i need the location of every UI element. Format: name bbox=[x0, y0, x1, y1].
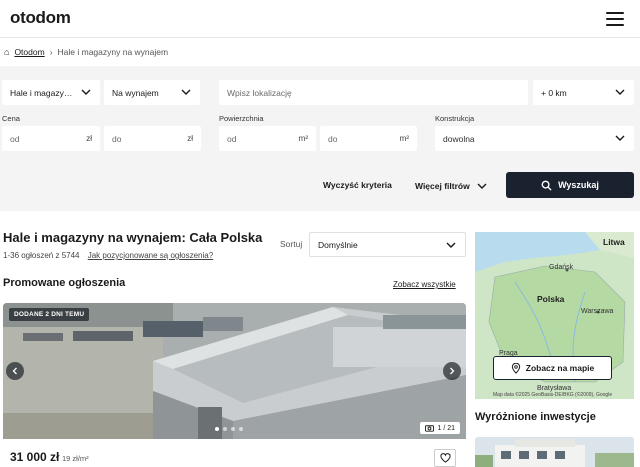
see-all-promoted-link[interactable]: Zobacz wszystkie bbox=[393, 280, 456, 289]
pagination-dot[interactable] bbox=[231, 427, 235, 431]
results-count: 1-36 ogłoszeń z 5744 Jak pozycjonowane s… bbox=[3, 251, 213, 260]
clear-criteria-label: Wyczyść kryteria bbox=[323, 180, 392, 190]
price-label: Cena bbox=[2, 114, 20, 123]
sort-label: Sortuj bbox=[280, 239, 303, 249]
price-to-placeholder: do bbox=[112, 133, 122, 144]
chevron-down-icon bbox=[615, 89, 625, 95]
photo-counter: 1 / 21 bbox=[420, 422, 460, 434]
positioning-info-link[interactable]: Jak pozycjonowane są ogłoszenia? bbox=[88, 251, 213, 260]
breadcrumb-home-link[interactable]: Otodom bbox=[14, 47, 44, 57]
map-preview[interactable]: Litwa Gdańsk Polska Warszawa Praga Braty… bbox=[475, 232, 634, 399]
price-to-input[interactable]: do zł bbox=[104, 126, 201, 151]
photo-counter-text: 1 / 21 bbox=[437, 424, 455, 432]
listing-price: 31 000 zł bbox=[10, 450, 60, 464]
search-button-label: Wyszukaj bbox=[558, 180, 599, 190]
more-filters-button[interactable]: Więcej filtrów bbox=[415, 180, 488, 192]
category-value: Hale i magazy… bbox=[10, 87, 73, 98]
breadcrumb: ⌂ Otodom › Hale i magazyny na wynajem bbox=[4, 47, 168, 57]
breadcrumb-current: Hale i magazyny na wynajem bbox=[57, 47, 169, 57]
sort-select[interactable]: Domyślnie bbox=[309, 232, 466, 257]
map-pin-icon bbox=[511, 362, 520, 374]
chevron-down-icon bbox=[446, 242, 456, 248]
transaction-value: Na wynajem bbox=[112, 87, 159, 98]
promoted-section-title: Promowane ogłoszenia bbox=[3, 277, 126, 289]
construction-label: Konstrukcja bbox=[435, 114, 475, 123]
area-to-placeholder: do bbox=[328, 133, 338, 144]
listing-price-per-m2: 19 zł/m² bbox=[62, 454, 89, 463]
area-from-input[interactable]: od m² bbox=[219, 126, 316, 151]
chevron-down-icon bbox=[81, 89, 91, 95]
distance-value: + 0 km bbox=[541, 87, 567, 98]
sort-value: Domyślnie bbox=[318, 239, 358, 250]
map-label-litwa: Litwa bbox=[603, 237, 625, 247]
see-on-map-label: Zobacz na mapie bbox=[525, 363, 595, 373]
home-icon: ⌂ bbox=[4, 47, 10, 57]
warehouse-photo-illustration bbox=[3, 303, 466, 439]
pagination-dot[interactable] bbox=[223, 427, 227, 431]
otodom-logo[interactable]: otodom bbox=[10, 8, 71, 28]
price-from-input[interactable]: od zł bbox=[2, 126, 100, 151]
map-attribution: Map data ©2025 GeoBasis-DE/BKG (©2009), … bbox=[493, 392, 613, 398]
camera-icon bbox=[425, 425, 435, 432]
area-to-input[interactable]: do m² bbox=[320, 126, 417, 151]
location-placeholder: Wpisz lokalizację bbox=[227, 87, 292, 98]
page-title: Hale i magazyny na wynajem: Cała Polska bbox=[3, 230, 263, 245]
category-select[interactable]: Hale i magazy… bbox=[2, 80, 100, 105]
search-button[interactable]: Wyszukaj bbox=[506, 172, 634, 198]
breadcrumb-separator: › bbox=[49, 47, 53, 57]
area-unit: m² bbox=[298, 134, 308, 143]
chevron-down-icon bbox=[477, 183, 487, 189]
listing-age-badge: DODANE 2 DNI TEMU bbox=[9, 308, 90, 321]
chevron-left-icon bbox=[12, 367, 17, 375]
building-photo-illustration bbox=[475, 437, 634, 467]
map-label-gdansk: Gdańsk bbox=[549, 264, 574, 271]
previous-photo-button[interactable] bbox=[6, 362, 24, 380]
distance-select[interactable]: + 0 km bbox=[533, 80, 634, 105]
photo-pagination-dots bbox=[215, 427, 243, 431]
featured-investments-title: Wyróżnione inwestycje bbox=[475, 411, 596, 423]
chevron-down-icon bbox=[181, 89, 191, 95]
hamburger-menu-icon[interactable] bbox=[606, 12, 624, 26]
next-photo-button[interactable] bbox=[443, 362, 461, 380]
area-unit: m² bbox=[399, 134, 409, 143]
top-bar: otodom bbox=[0, 0, 640, 38]
chevron-down-icon bbox=[615, 135, 625, 141]
price-from-placeholder: od bbox=[10, 133, 20, 144]
chevron-right-icon bbox=[450, 367, 455, 375]
map-label-warszawa: Warszawa bbox=[581, 308, 614, 315]
map-label-bratyslawa: Bratysława bbox=[537, 385, 572, 392]
search-icon bbox=[541, 180, 552, 191]
more-filters-label: Więcej filtrów bbox=[415, 181, 470, 191]
pagination-dot[interactable] bbox=[239, 427, 243, 431]
location-input[interactable]: Wpisz lokalizację bbox=[219, 80, 528, 105]
heart-icon bbox=[439, 453, 451, 463]
area-from-placeholder: od bbox=[227, 133, 237, 144]
area-label: Powierzchnia bbox=[219, 114, 264, 123]
favorite-button[interactable] bbox=[434, 449, 456, 467]
map-label-polska: Polska bbox=[537, 294, 565, 304]
transaction-select[interactable]: Na wynajem bbox=[104, 80, 200, 105]
price-unit: zł bbox=[86, 134, 92, 143]
featured-investment-photo[interactable] bbox=[475, 437, 634, 467]
price-unit: zł bbox=[187, 134, 193, 143]
construction-select[interactable]: dowolna bbox=[435, 126, 634, 151]
construction-value: dowolna bbox=[443, 133, 475, 144]
clear-criteria-button[interactable]: Wyczyść kryteria bbox=[323, 180, 392, 190]
results-count-text: 1-36 ogłoszeń z 5744 bbox=[3, 251, 80, 260]
see-on-map-button[interactable]: Zobacz na mapie bbox=[493, 356, 612, 380]
listing-photo[interactable]: DODANE 2 DNI TEMU 1 / 21 bbox=[3, 303, 466, 439]
pagination-dot[interactable] bbox=[215, 427, 219, 431]
